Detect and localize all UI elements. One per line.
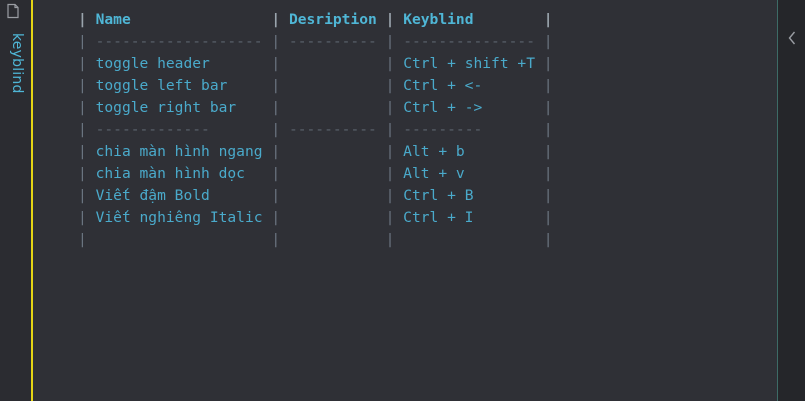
- table-pipe: |: [543, 55, 553, 72]
- table-pipe: |: [543, 99, 553, 116]
- table-pipe: |: [78, 99, 87, 116]
- table-row: | Viết đậm Bold | | Ctrl + B |: [78, 185, 553, 207]
- separator-cell: ----------: [288, 121, 377, 138]
- table-pipe: |: [385, 121, 395, 138]
- table-pipe: |: [78, 209, 87, 226]
- file-icon[interactable]: [5, 3, 21, 19]
- table-pipe: |: [78, 143, 87, 160]
- table-cell: Ctrl + I: [403, 209, 474, 226]
- table-row: | chia màn hình ngang | | Alt + b |: [78, 141, 553, 163]
- table-separator-row: | ------------------- | ---------- | ---…: [78, 31, 553, 53]
- table-cell: Desription: [288, 11, 377, 28]
- table-header-row: | Name | Desription | Keyblind |: [78, 9, 553, 31]
- table-pipe: |: [385, 55, 395, 72]
- table-pipe: |: [543, 121, 553, 138]
- table-cell: Keyblind: [403, 11, 474, 28]
- table-pipe: |: [271, 209, 281, 226]
- sidebar-label-keyblind[interactable]: keyblind: [9, 33, 25, 94]
- table-pipe: |: [271, 121, 281, 138]
- table-cell: Alt + b: [403, 143, 465, 160]
- separator-cell: -------------------: [95, 33, 263, 50]
- table-row: | Viết nghiêng Italic | | Ctrl + I |: [78, 207, 553, 229]
- table-row: | toggle right bar | | Ctrl + -> |: [78, 97, 553, 119]
- left-sidebar: keyblind: [0, 0, 31, 401]
- separator-cell: ----------: [288, 33, 377, 50]
- table-cell: chia màn hình dọc: [95, 165, 245, 182]
- table-pipe: |: [543, 77, 553, 94]
- separator-cell: ---------------: [403, 33, 535, 50]
- table-pipe: |: [385, 33, 395, 50]
- table-cell: toggle right bar: [95, 99, 237, 116]
- table-row: | chia màn hình dọc | | Alt + v |: [78, 163, 553, 185]
- table-cell: Viết đậm Bold: [95, 187, 210, 204]
- table-pipe: |: [78, 33, 87, 50]
- table-pipe: |: [385, 143, 395, 160]
- table-cell: Viết nghiêng Italic: [95, 209, 263, 226]
- table-pipe: |: [543, 33, 553, 50]
- table-pipe: |: [543, 11, 553, 28]
- table-cell: Ctrl + ->: [403, 99, 483, 116]
- separator-cell: ---------: [403, 121, 483, 138]
- table-pipe: |: [385, 209, 395, 226]
- table-cell: Name: [95, 11, 131, 28]
- table-pipe: |: [543, 231, 553, 248]
- table-pipe: |: [271, 77, 281, 94]
- table-pipe: |: [385, 187, 395, 204]
- table-pipe: |: [271, 165, 281, 182]
- table-pipe: |: [78, 187, 87, 204]
- table-cell: chia màn hình ngang: [95, 143, 263, 160]
- table-cell: Ctrl + shift +T: [403, 55, 535, 72]
- table-pipe: |: [271, 143, 281, 160]
- table-pipe: |: [78, 165, 87, 182]
- right-sidebar: [778, 0, 805, 401]
- table-pipe: |: [543, 209, 553, 226]
- editor-pane[interactable]: | Name | Desription | Keyblind | | ------…: [33, 0, 778, 401]
- table-pipe: |: [385, 77, 395, 94]
- table-pipe: |: [385, 11, 395, 28]
- table-pipe: |: [78, 77, 87, 94]
- table-row: | toggle left bar | | Ctrl + <- |: [78, 75, 553, 97]
- chevron-left-icon[interactable]: [787, 30, 797, 46]
- table-pipe: |: [385, 231, 395, 248]
- table-pipe: |: [78, 231, 87, 248]
- separator-cell: -------------: [95, 121, 210, 138]
- table-pipe: |: [271, 33, 281, 50]
- table-row: | toggle header | | Ctrl + shift +T |: [78, 53, 553, 75]
- table-pipe: |: [271, 99, 281, 116]
- table-cell: Ctrl + <-: [403, 77, 483, 94]
- table-pipe: |: [543, 165, 553, 182]
- table-pipe: |: [543, 143, 553, 160]
- table-cell: Alt + v: [403, 165, 465, 182]
- table-cell: Ctrl + B: [403, 187, 474, 204]
- table-separator-row: | ------------- | ---------- | ---------…: [78, 119, 553, 141]
- table-cell: toggle header: [95, 55, 210, 72]
- table-pipe: |: [385, 165, 395, 182]
- table-empty-row: | | | |: [78, 229, 553, 251]
- table-pipe: |: [78, 11, 87, 28]
- table-pipe: |: [78, 55, 87, 72]
- table-pipe: |: [543, 187, 553, 204]
- table-pipe: |: [271, 55, 281, 72]
- table-cell: toggle left bar: [95, 77, 228, 94]
- table-pipe: |: [78, 121, 87, 138]
- table-pipe: |: [385, 99, 395, 116]
- table-pipe: |: [271, 187, 281, 204]
- table-pipe: |: [271, 11, 281, 28]
- table-pipe: |: [271, 231, 281, 248]
